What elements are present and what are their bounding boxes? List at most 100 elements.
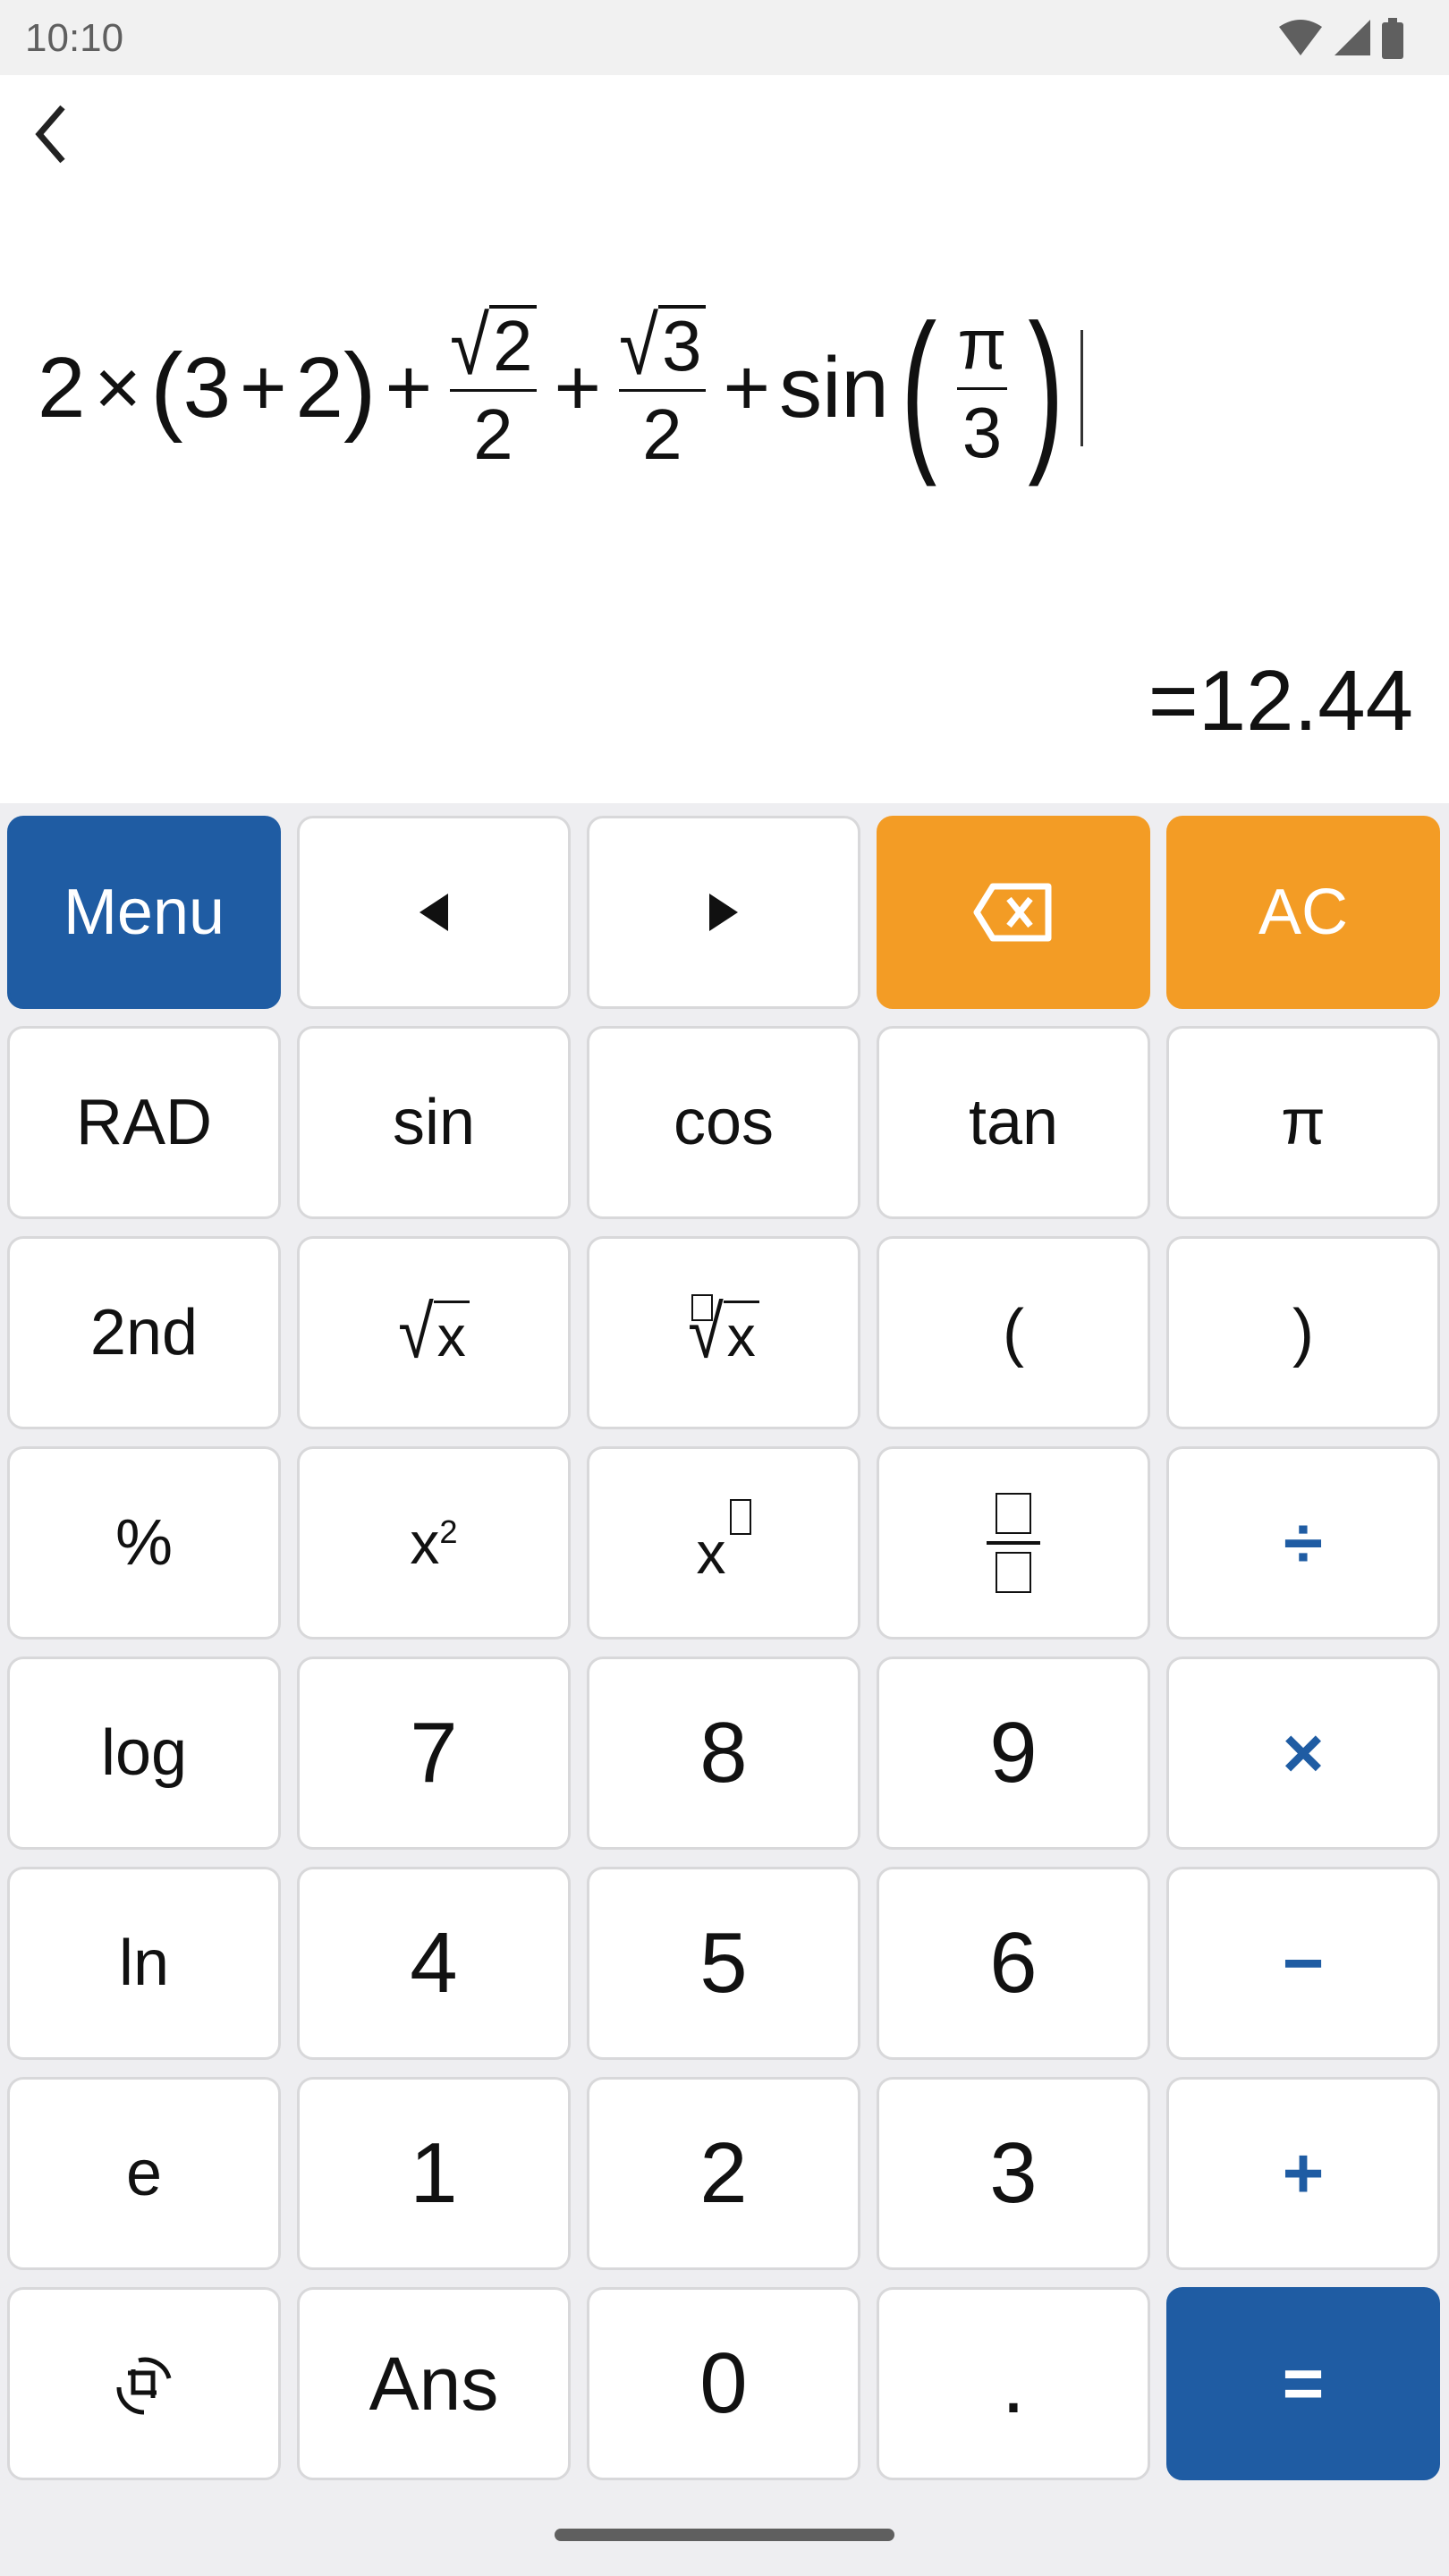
expr-plus: + <box>385 343 433 433</box>
right-paren-button[interactable]: ) <box>1166 1236 1440 1429</box>
result: =12.44 <box>1148 653 1413 749</box>
digit-4-button[interactable]: 4 <box>297 1867 571 2060</box>
expr-term: 3 <box>182 340 231 436</box>
equals-button[interactable]: = <box>1166 2287 1440 2480</box>
triangle-right-icon <box>709 894 738 931</box>
sqrt-icon: √ x <box>398 1292 470 1374</box>
digit-2-button[interactable]: 2 <box>587 2077 860 2270</box>
rotate-icon <box>116 2357 172 2415</box>
tan-button[interactable]: tan <box>877 1026 1150 1219</box>
expr-plus: + <box>554 343 602 433</box>
fraction-icon <box>987 1493 1040 1593</box>
radical-icon: √ <box>450 299 490 392</box>
placeholder-box-icon <box>996 1552 1031 1593</box>
expression[interactable]: 2 × ( 3 + 2 ) + √ 2 2 + √ 3 2 + sin ( π 3 … <box>38 245 1084 531</box>
radical-icon: √ <box>398 1292 434 1374</box>
expr-term: 2 <box>38 340 86 436</box>
digit-3-button[interactable]: 3 <box>877 2077 1150 2270</box>
battery-icon <box>1382 18 1403 59</box>
log-button[interactable]: log <box>7 1657 281 1850</box>
angle-mode-button[interactable]: RAD <box>7 1026 281 1219</box>
backspace-button[interactable] <box>877 816 1150 1009</box>
backspace-icon <box>973 883 1052 942</box>
square-icon: x2 <box>410 1509 457 1577</box>
menu-button[interactable]: Menu <box>7 816 281 1009</box>
cos-button[interactable]: cos <box>587 1026 860 1219</box>
digit-5-button[interactable]: 5 <box>587 1867 860 2060</box>
expr-rparen: ) <box>1027 288 1063 487</box>
radical-icon: √ <box>619 299 659 392</box>
divide-button[interactable]: ÷ <box>1166 1446 1440 1640</box>
denominator: 3 <box>962 392 1003 472</box>
triangle-left-icon <box>419 894 448 931</box>
digit-0-button[interactable]: 0 <box>587 2287 860 2480</box>
expr-function: sin <box>779 340 889 436</box>
power-icon: x <box>697 1499 751 1587</box>
cursor-right-button[interactable] <box>587 816 860 1009</box>
expr-plus: + <box>723 343 771 433</box>
percent-button[interactable]: % <box>7 1446 281 1640</box>
plus-button[interactable]: + <box>1166 2077 1440 2270</box>
sin-button[interactable]: sin <box>297 1026 571 1219</box>
expr-lparen: ( <box>901 288 937 487</box>
denominator: 2 <box>473 394 513 474</box>
expr-lparen: ( <box>149 333 183 444</box>
ans-button[interactable]: Ans <box>297 2287 571 2480</box>
decimal-point-button[interactable]: . <box>877 2287 1150 2480</box>
expr-term: 2 <box>295 340 343 436</box>
fraction-bar <box>957 386 1007 390</box>
digit-7-button[interactable]: 7 <box>297 1657 571 1850</box>
display-area: 2 × ( 3 + 2 ) + √ 2 2 + √ 3 2 + sin ( π 3 … <box>0 75 1449 803</box>
fraction-bar <box>987 1541 1040 1545</box>
nth-root-button[interactable]: √ x <box>587 1236 860 1429</box>
all-clear-button[interactable]: AC <box>1166 816 1440 1009</box>
euler-e-button[interactable]: e <box>7 2077 281 2270</box>
second-function-button[interactable]: 2nd <box>7 1236 281 1429</box>
wifi-icon <box>1279 20 1322 55</box>
convert-button[interactable] <box>7 2287 281 2480</box>
fraction-pi-over-3: π 3 <box>957 303 1007 472</box>
text-cursor <box>1080 330 1084 446</box>
square-base: x <box>410 1510 440 1576</box>
radical-icon: √ <box>688 1292 724 1374</box>
multiply-button[interactable]: × <box>1166 1657 1440 1850</box>
sqrt-x-label: x <box>433 1301 470 1369</box>
keypad: Menu AC RAD sin cos tan π 2nd √ x √ x ( ) … <box>0 803 1449 2576</box>
radicand: 3 <box>658 304 706 384</box>
sqrt-numerator: √ 2 <box>450 302 537 388</box>
pi-button[interactable]: π <box>1166 1026 1440 1219</box>
power-base: x <box>696 1520 726 1586</box>
status-time: 10:10 <box>25 16 124 60</box>
placeholder-box-icon <box>996 1493 1031 1534</box>
cursor-left-button[interactable] <box>297 816 571 1009</box>
fraction-sqrt3-over-2: √ 3 2 <box>619 302 706 474</box>
ln-button[interactable]: ln <box>7 1867 281 2060</box>
digit-9-button[interactable]: 9 <box>877 1657 1150 1850</box>
power-button[interactable]: x <box>587 1446 860 1640</box>
digit-1-button[interactable]: 1 <box>297 2077 571 2270</box>
sqrt-numerator: √ 3 <box>619 302 706 388</box>
nth-root-icon: √ x <box>688 1292 759 1374</box>
expr-rparen: ) <box>343 333 377 444</box>
radicand: 2 <box>489 304 537 384</box>
home-indicator[interactable] <box>555 2529 894 2541</box>
left-paren-button[interactable]: ( <box>877 1236 1150 1429</box>
digit-6-button[interactable]: 6 <box>877 1867 1150 2060</box>
digit-8-button[interactable]: 8 <box>587 1657 860 1850</box>
nth-root-x-label: x <box>723 1301 759 1369</box>
denominator: 2 <box>642 394 682 474</box>
status-bar: 10:10 <box>0 0 1449 75</box>
expr-times: × <box>94 343 141 433</box>
square-button[interactable]: x2 <box>297 1446 571 1640</box>
signal-icon <box>1335 20 1370 55</box>
fraction-button[interactable] <box>877 1446 1150 1640</box>
numerator: π <box>957 303 1007 384</box>
placeholder-box-icon <box>729 1499 751 1535</box>
chevron-left-icon[interactable] <box>25 98 79 170</box>
square-root-button[interactable]: √ x <box>297 1236 571 1429</box>
expr-plus: + <box>239 343 287 433</box>
square-exponent: 2 <box>439 1513 458 1550</box>
fraction-sqrt2-over-2: √ 2 2 <box>450 302 537 474</box>
status-icons <box>1277 18 1404 59</box>
minus-button[interactable]: − <box>1166 1867 1440 2060</box>
